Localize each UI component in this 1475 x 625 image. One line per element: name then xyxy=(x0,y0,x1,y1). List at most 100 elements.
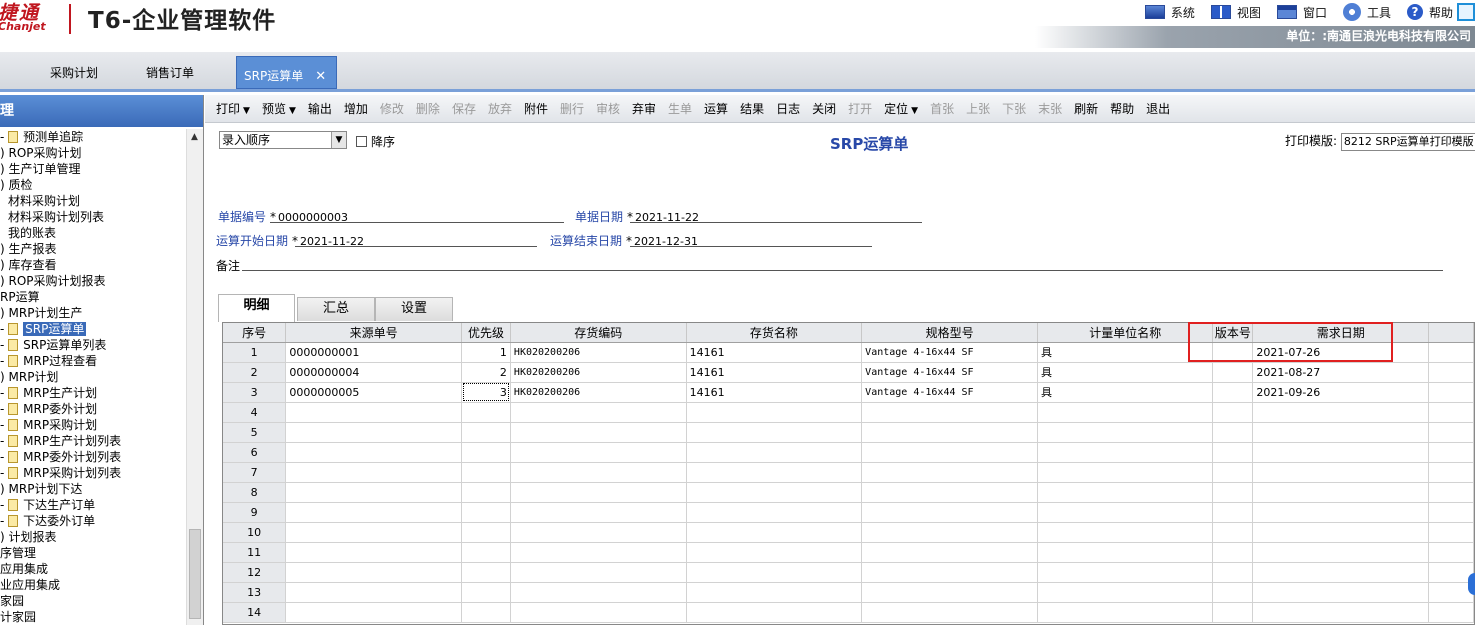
toolbar-button[interactable]: 删除 xyxy=(410,100,446,117)
toolbar-button[interactable]: 打开 xyxy=(842,100,878,117)
toolbar-button[interactable]: 修改 xyxy=(374,100,410,117)
toolbar-button[interactable]: 下张 xyxy=(996,100,1032,117)
nav-item[interactable]: ) ROP采购计划报表 xyxy=(0,273,186,289)
col-item-name[interactable]: 存货名称 xyxy=(686,323,863,343)
print-template-field[interactable]: 8212 SRP运算单打印模版 xyxy=(1340,132,1475,151)
toolbar-button[interactable]: 退出 xyxy=(1140,100,1176,117)
cell-src[interactable]: 0000000005 xyxy=(285,382,463,403)
toolbar-button[interactable]: 放弃 xyxy=(482,100,518,117)
nav-item[interactable]: ) MRP计划生产 xyxy=(0,305,186,321)
toolbar-button[interactable]: 增加 xyxy=(338,100,374,117)
menu-tools[interactable]: 工具 xyxy=(1342,3,1391,21)
toolbar-button[interactable]: 删行 xyxy=(554,100,590,117)
col-item-code[interactable]: 存货编码 xyxy=(510,323,687,343)
toolbar-button[interactable]: 关闭 xyxy=(806,100,842,117)
table-row[interactable]: 3 0000000005 3 HK020200206 14161 Vantage 4-16… xyxy=(223,382,1474,403)
nav-item[interactable]: - MRP委外计划列表 xyxy=(0,449,186,465)
nav-item[interactable]: - 下达委外订单 xyxy=(0,513,186,529)
tab-sales-order[interactable]: 销售订单 xyxy=(146,64,194,81)
toolbar-button[interactable]: 弃审 xyxy=(626,100,662,117)
nav-item[interactable]: - MRP委外计划 xyxy=(0,401,186,417)
cell-spec[interactable]: Vantage 4-16x44 SF xyxy=(861,342,1038,363)
nav-item[interactable]: ) 质检 xyxy=(0,177,186,193)
table-row[interactable]: 9 xyxy=(223,502,1474,523)
nav-item[interactable]: - SRP运算单列表 xyxy=(0,337,186,353)
col-seq[interactable]: 序号 xyxy=(223,323,287,343)
dropdown-arrow-icon[interactable]: ▼ xyxy=(911,106,918,116)
nav-item[interactable]: 材料采购计划列表 xyxy=(0,209,186,225)
nav-item[interactable]: - MRP生产计划列表 xyxy=(0,433,186,449)
cell-ver[interactable] xyxy=(1212,362,1254,383)
cell-spec[interactable]: Vantage 4-16x44 SF xyxy=(861,362,1038,383)
cell-prio[interactable]: 1 xyxy=(461,342,511,363)
toolbar-button[interactable]: 保存 xyxy=(446,100,482,117)
toolbar-button[interactable]: 定位 ▼ xyxy=(878,100,924,117)
menu-system[interactable]: 系统 xyxy=(1144,4,1195,21)
cell-code[interactable]: HK020200206 xyxy=(510,362,687,383)
remark-input[interactable] xyxy=(242,270,1443,271)
toolbar-button[interactable]: 帮助 xyxy=(1104,100,1140,117)
table-row[interactable]: 13 xyxy=(223,582,1474,603)
nav-item[interactable]: RP运算 xyxy=(0,289,186,305)
nav-item[interactable]: 应用集成 xyxy=(0,561,186,577)
expand-icon[interactable]: ) xyxy=(0,242,9,256)
col-unit-name[interactable]: 计量单位名称 xyxy=(1037,323,1214,343)
toolbar-button[interactable]: 预览 ▼ xyxy=(256,100,302,117)
tab-summary[interactable]: 汇总 xyxy=(297,297,375,321)
nav-item[interactable]: - 下达生产订单 xyxy=(0,497,186,513)
table-row[interactable]: 7 xyxy=(223,462,1474,483)
dropdown-arrow-icon[interactable]: ▼ xyxy=(289,106,296,116)
toolbar-button[interactable]: 日志 xyxy=(770,100,806,117)
toolbar-button[interactable]: 打印 ▼ xyxy=(210,100,256,117)
nav-item[interactable]: ) MRP计划 xyxy=(0,369,186,385)
order-select[interactable]: 录入顺序 ▼ xyxy=(219,131,347,149)
nav-scrollbar[interactable]: ▲ xyxy=(186,129,203,625)
table-row[interactable]: 2 0000000004 2 HK020200206 14161 Vantage 4-16… xyxy=(223,362,1474,383)
expand-icon[interactable]: ) xyxy=(0,482,9,496)
side-float-button[interactable] xyxy=(1468,573,1475,595)
expand-icon[interactable]: ) xyxy=(0,274,9,288)
cell-prio[interactable]: 3 xyxy=(461,382,511,403)
nav-item[interactable]: ) 计划报表 xyxy=(0,529,186,545)
table-row[interactable]: 4 xyxy=(223,402,1474,423)
nav-item[interactable]: 计家园 xyxy=(0,609,186,625)
nav-item[interactable]: ) 生产报表 xyxy=(0,241,186,257)
toolbar-button[interactable]: 输出 xyxy=(302,100,338,117)
expand-icon[interactable]: ) xyxy=(0,258,9,272)
cell-date[interactable]: 2021-09-26 xyxy=(1252,382,1430,403)
nav-item[interactable]: - MRP生产计划 xyxy=(0,385,186,401)
chevron-down-icon[interactable]: ▼ xyxy=(331,132,346,148)
tab-settings[interactable]: 设置 xyxy=(375,297,453,321)
cell-unit[interactable]: 具 xyxy=(1037,362,1214,383)
nav-item[interactable]: - MRP过程查看 xyxy=(0,353,186,369)
scroll-thumb[interactable] xyxy=(189,529,201,619)
cell-ver[interactable] xyxy=(1212,382,1254,403)
nav-item[interactable]: - MRP采购计划 xyxy=(0,417,186,433)
toolbar-button[interactable]: 附件 xyxy=(518,100,554,117)
cell-unit[interactable]: 具 xyxy=(1037,382,1214,403)
tab-srp-order[interactable]: SRP运算单 ✕ xyxy=(236,56,338,89)
nav-item[interactable]: - 预测单追踪 xyxy=(0,129,186,145)
toolbar-button[interactable]: 末张 xyxy=(1032,100,1068,117)
cell-src[interactable]: 0000000001 xyxy=(285,342,463,363)
col-spec[interactable]: 规格型号 xyxy=(861,323,1038,343)
nav-item[interactable]: 我的账表 xyxy=(0,225,186,241)
cell-code[interactable]: HK020200206 xyxy=(510,342,687,363)
toolbar-button[interactable]: 审核 xyxy=(590,100,626,117)
expand-icon[interactable]: ) xyxy=(0,306,9,320)
toolbar-button[interactable]: 上张 xyxy=(960,100,996,117)
nav-item[interactable]: ) 库存查看 xyxy=(0,257,186,273)
menu-view[interactable]: 视图 xyxy=(1210,4,1261,21)
nav-item[interactable]: 序管理 xyxy=(0,545,186,561)
cell-spec[interactable]: Vantage 4-16x44 SF xyxy=(861,382,1038,403)
descending-checkbox[interactable]: 降序 xyxy=(356,133,395,150)
cell-name[interactable]: 14161 xyxy=(686,382,863,403)
scroll-up-icon[interactable]: ▲ xyxy=(191,132,198,142)
col-priority[interactable]: 优先级 xyxy=(461,323,511,343)
nav-item[interactable]: ) MRP计划下达 xyxy=(0,481,186,497)
nav-item[interactable]: - MRP采购计划列表 xyxy=(0,465,186,481)
checkbox-box[interactable] xyxy=(356,136,367,147)
cell-prio[interactable]: 2 xyxy=(461,362,511,383)
cell-src[interactable]: 0000000004 xyxy=(285,362,463,383)
nav-item[interactable]: 家园 xyxy=(0,593,186,609)
